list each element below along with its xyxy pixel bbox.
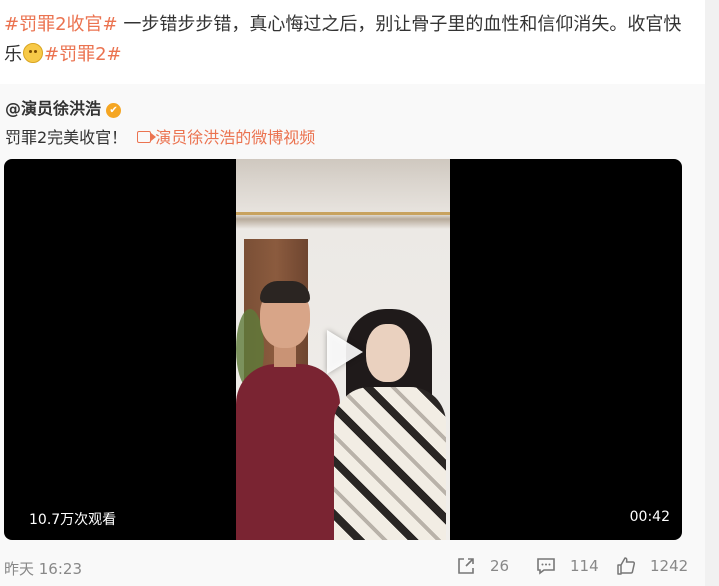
- topic-link-fz2-finale[interactable]: #罚罪2收官#: [4, 14, 118, 35]
- weibo-post-card: #罚罪2收官# 一步错步步错，真心悔过之后，别让骨子里的血性和信仰消失。收官快乐…: [0, 0, 705, 586]
- repost-button[interactable]: 26: [456, 556, 509, 576]
- video-link-label: 演员徐洪浩的微博视频: [155, 128, 316, 147]
- video-link[interactable]: 演员徐洪浩的微博视频: [137, 128, 315, 147]
- share-icon: [458, 558, 474, 574]
- view-count: 10.7万次观看: [29, 512, 117, 528]
- comment-button[interactable]: 114: [536, 556, 599, 576]
- comment-icon: [537, 558, 555, 575]
- man-figure: [236, 364, 340, 540]
- post-timestamp[interactable]: 昨天 16:23: [4, 558, 82, 579]
- woman-head: [366, 324, 410, 382]
- video-player[interactable]: 10.7万次观看 00:42: [4, 159, 682, 540]
- repost-text: 罚罪2完美收官！ 演员徐洪浩的微博视频: [5, 124, 315, 148]
- repost-count: 26: [490, 557, 510, 575]
- comment-count: 114: [570, 557, 599, 575]
- like-button[interactable]: 1242: [616, 556, 688, 576]
- video-duration: 00:42: [629, 509, 670, 525]
- verified-badge-icon: ✔: [106, 103, 122, 118]
- topic-link-fz2[interactable]: #罚罪2#: [44, 44, 122, 65]
- repost-body: 罚罪2完美收官！: [5, 128, 128, 147]
- repost-author[interactable]: @演员徐洪浩 ✔: [5, 95, 122, 119]
- post-footer: 昨天 16:23 26 114 1242: [0, 556, 705, 582]
- party-face-emoji-icon: [23, 43, 43, 63]
- video-camera-icon: [137, 131, 157, 143]
- post-text: #罚罪2收官# 一步错步步错，真心悔过之后，别让骨子里的血性和信仰消失。收官快乐…: [4, 10, 694, 70]
- play-icon[interactable]: [327, 330, 363, 374]
- like-count: 1242: [650, 557, 689, 575]
- thumbs-up-icon: [617, 557, 636, 575]
- scrollbar[interactable]: [705, 0, 719, 586]
